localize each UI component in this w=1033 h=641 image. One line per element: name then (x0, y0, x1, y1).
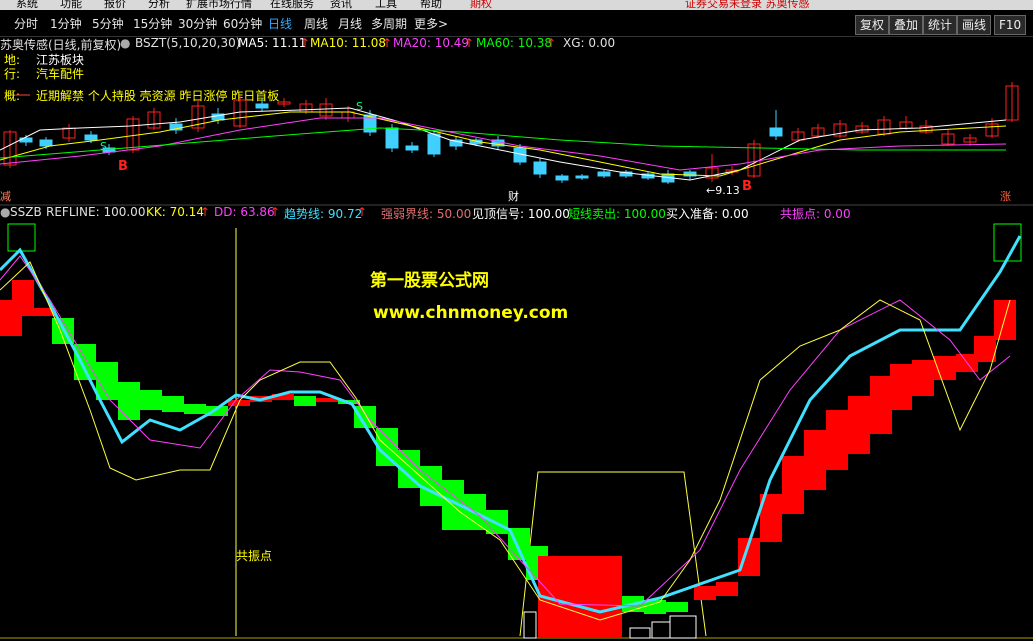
indicator-pane (0, 223, 1022, 639)
candle-body (533, 161, 547, 175)
green-block (74, 344, 96, 380)
red-block (974, 336, 996, 362)
candle-body (84, 134, 98, 141)
watermark-url: www.chnmoney.com (373, 303, 568, 323)
low-price-label: ←9.13 (706, 184, 740, 197)
up-arrow-icon: ↑ (357, 205, 368, 219)
candle-body (555, 175, 569, 181)
buy-marker: B (742, 179, 752, 194)
sell-marker: S (100, 140, 107, 153)
green-block (162, 396, 184, 412)
tag-industry: 汽车配件 (36, 66, 84, 81)
candle-body (405, 145, 419, 151)
candle-body (39, 139, 53, 147)
buy-marker: B (118, 159, 128, 174)
green-block (118, 382, 140, 420)
candle-body (769, 127, 783, 137)
candle-body (575, 175, 589, 179)
kk-value: KK: 70.14 (146, 205, 204, 219)
tag-region: 江苏板块 (36, 53, 84, 67)
tag-concepts: 近期解禁 个人持股 壳资源 昨日涨停 昨日首板 (36, 88, 279, 103)
candle-body (255, 103, 269, 109)
red-block (890, 364, 912, 410)
event-marker: 涨 (1000, 190, 1011, 203)
watermark-title: 第一股票公式网 (370, 270, 489, 291)
green-block (294, 396, 316, 406)
chart-canvas: 地: 江苏板块 行: 汽车配件 概: 近期解禁 个人持股 壳资源 昨日涨停 昨日… (0, 53, 1033, 639)
red-block (694, 586, 716, 600)
bar-outline (669, 615, 697, 639)
red-block (538, 556, 622, 638)
settings-icon[interactable]: ● (0, 205, 10, 219)
red-block (994, 300, 1016, 340)
red-block (848, 396, 870, 454)
candle-body (385, 127, 399, 149)
buy-ready-value: 买入准备: 0.00 (666, 207, 749, 221)
red-block (716, 582, 738, 596)
sub-indicator-name: SSZB (10, 205, 42, 219)
tag-prefix-region: 地: (4, 53, 20, 67)
bar-outline (651, 621, 671, 639)
tag-prefix-industry: 行: (4, 67, 20, 81)
green-block (184, 404, 206, 414)
red-block (804, 430, 826, 490)
top-signal-value: 见顶信号: 100.00 (472, 207, 570, 221)
tag-prefix-concept: 概: (4, 89, 20, 103)
green-block (666, 602, 688, 612)
resonance-value: 共振点: 0.00 (780, 207, 851, 221)
green-block (140, 390, 162, 410)
red-block (782, 456, 804, 514)
red-block (912, 360, 934, 396)
red-block (826, 410, 848, 470)
weak-line-value: 强弱界线: 50.00 (381, 207, 472, 221)
event-marker: 减 (0, 190, 11, 203)
red-block (870, 376, 892, 434)
dd-value: DD: 63.86 (214, 205, 275, 219)
bar-outline (629, 627, 651, 639)
red-block (12, 280, 34, 316)
bar-outline (523, 611, 537, 639)
up-arrow-icon: ↑ (270, 205, 281, 219)
top-signal-box (7, 223, 36, 252)
candle-body (597, 171, 611, 177)
refline-value: REFLINE: 100.00 (46, 205, 146, 219)
up-arrow-icon: ↑ (200, 205, 211, 219)
trend-value: 趋势线: 90.72 (284, 207, 363, 221)
resonance-label: 共振点 (236, 549, 272, 563)
event-marker: 财 (508, 189, 519, 203)
sell-marker: S (356, 100, 363, 113)
candle-body (427, 133, 441, 155)
short-sell-value: 短线卖出: 100.00 (568, 207, 666, 221)
